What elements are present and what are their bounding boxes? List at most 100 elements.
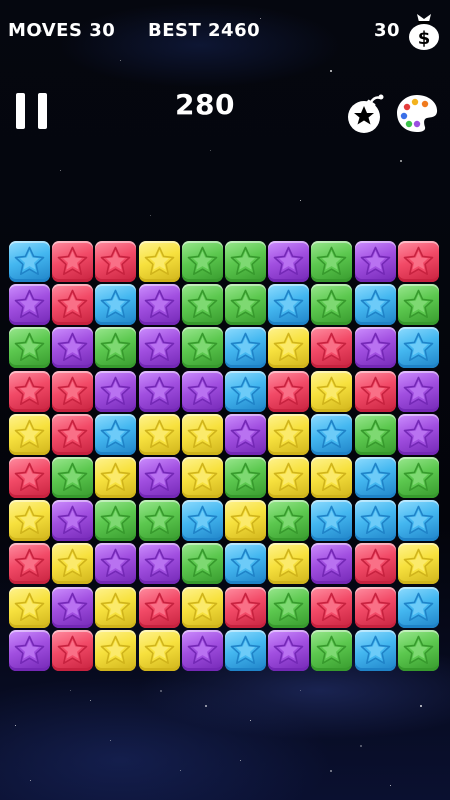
star-block-green[interactable] [268,500,310,542]
star-block-red[interactable] [9,543,50,585]
star-block-purple[interactable] [138,327,180,369]
star-block-green[interactable] [225,457,266,498]
star-block-purple[interactable] [268,629,310,671]
star-block-red[interactable] [268,370,310,412]
star-block-green[interactable] [9,327,50,369]
star-block-red[interactable] [9,370,50,412]
star-block-blue[interactable] [397,327,439,369]
star-block-yellow[interactable] [9,586,50,628]
star-block-green[interactable] [397,284,439,326]
star-block-yellow[interactable] [138,413,180,455]
star-block-green[interactable] [225,284,266,326]
star-block-blue[interactable] [354,629,396,671]
star-block-yellow[interactable] [268,327,310,369]
star-block-red[interactable] [138,586,180,628]
star-block-yellow[interactable] [181,586,223,628]
star-block-blue[interactable] [225,543,266,585]
star-block-green[interactable] [311,284,353,326]
star-block-blue[interactable] [311,500,353,542]
star-block-green[interactable] [95,500,137,542]
star-block-yellow[interactable] [138,241,180,282]
star-block-purple[interactable] [52,327,94,369]
star-block-purple[interactable] [138,370,180,412]
star-block-purple[interactable] [354,241,396,282]
star-block-green[interactable] [225,241,266,282]
palette-icon[interactable] [395,93,439,133]
star-block-red[interactable] [311,327,353,369]
star-block-purple[interactable] [95,543,137,585]
star-block-purple[interactable] [138,457,180,498]
star-block-yellow[interactable] [268,413,310,455]
star-block-green[interactable] [397,629,439,671]
star-block-green[interactable] [311,629,353,671]
star-block-yellow[interactable] [268,543,310,585]
star-block-red[interactable] [95,241,137,282]
star-block-yellow[interactable] [268,457,310,498]
star-block-purple[interactable] [52,586,94,628]
star-block-red[interactable] [52,241,94,282]
star-block-yellow[interactable] [311,457,353,498]
star-block-red[interactable] [52,629,94,671]
star-block-yellow[interactable] [95,629,137,671]
star-block-yellow[interactable] [397,543,439,585]
star-block-blue[interactable] [397,586,439,628]
star-block-blue[interactable] [311,413,353,455]
star-block-blue[interactable] [268,284,310,326]
star-block-red[interactable] [9,457,50,498]
star-block-yellow[interactable] [181,457,223,498]
star-block-blue[interactable] [225,370,266,412]
star-block-green[interactable] [138,500,180,542]
star-block-red[interactable] [354,543,396,585]
star-block-yellow[interactable] [225,500,266,542]
star-block-blue[interactable] [225,629,266,671]
star-block-purple[interactable] [311,543,353,585]
star-block-blue[interactable] [95,413,137,455]
star-block-green[interactable] [181,327,223,369]
star-block-yellow[interactable] [9,500,50,542]
bomb-star-icon[interactable] [344,92,388,136]
star-block-blue[interactable] [225,327,266,369]
star-block-purple[interactable] [268,241,310,282]
star-block-purple[interactable] [9,284,50,326]
star-block-yellow[interactable] [9,413,50,455]
star-block-blue[interactable] [397,500,439,542]
star-block-green[interactable] [181,543,223,585]
star-block-purple[interactable] [225,413,266,455]
star-block-red[interactable] [52,370,94,412]
star-block-green[interactable] [181,284,223,326]
star-block-red[interactable] [52,413,94,455]
star-block-red[interactable] [225,586,266,628]
star-block-yellow[interactable] [95,457,137,498]
star-block-purple[interactable] [181,629,223,671]
star-block-purple[interactable] [9,629,50,671]
star-block-yellow[interactable] [95,586,137,628]
star-block-green[interactable] [52,457,94,498]
star-block-red[interactable] [397,241,439,282]
star-block-green[interactable] [397,457,439,498]
star-block-red[interactable] [311,586,353,628]
star-block-green[interactable] [311,241,353,282]
star-block-blue[interactable] [354,500,396,542]
star-block-blue[interactable] [181,500,223,542]
star-block-red[interactable] [354,586,396,628]
star-block-yellow[interactable] [138,629,180,671]
star-block-purple[interactable] [397,413,439,455]
star-block-purple[interactable] [138,543,180,585]
star-block-blue[interactable] [95,284,137,326]
star-block-purple[interactable] [95,370,137,412]
star-block-green[interactable] [181,241,223,282]
star-block-yellow[interactable] [311,370,353,412]
star-block-blue[interactable] [9,241,50,282]
star-block-purple[interactable] [52,500,94,542]
star-block-red[interactable] [52,284,94,326]
star-block-red[interactable] [354,370,396,412]
star-block-green[interactable] [95,327,137,369]
star-block-green[interactable] [354,413,396,455]
star-block-blue[interactable] [354,284,396,326]
star-block-blue[interactable] [354,457,396,498]
star-block-yellow[interactable] [181,413,223,455]
star-block-purple[interactable] [181,370,223,412]
star-block-purple[interactable] [397,370,439,412]
star-block-yellow[interactable] [52,543,94,585]
star-block-purple[interactable] [138,284,180,326]
